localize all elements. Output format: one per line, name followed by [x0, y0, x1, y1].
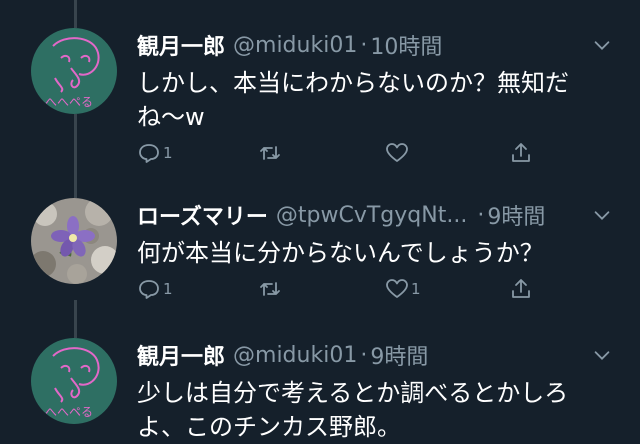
- display-name[interactable]: ローズマリー: [137, 199, 268, 231]
- tweet-text: しかし、本当にわからないのか？無知だね〜w: [137, 69, 569, 131]
- svg-text:へへペる: へへペる: [45, 95, 93, 109]
- tweet-2[interactable]: ローズマリー @tpwCvTgyqNt... · 9時間 何が本当に分からないん…: [0, 198, 640, 300]
- share-icon: [512, 279, 530, 298]
- like-button[interactable]: [385, 140, 411, 166]
- reply-button[interactable]: 1: [137, 276, 173, 302]
- timestamp[interactable]: 10時間: [370, 29, 442, 61]
- reply-count: 1: [163, 144, 173, 162]
- tweet-text: 何が本当に分からないんでしょうか？: [137, 239, 544, 267]
- heart-icon: [386, 279, 408, 298]
- reply-icon: [139, 280, 159, 299]
- share-button[interactable]: [509, 140, 533, 166]
- reply-count: 1: [163, 280, 173, 298]
- thread-line-top: [74, 0, 77, 28]
- share-button[interactable]: [509, 276, 533, 302]
- avatar-face-doodle-icon[interactable]: へへペる: [31, 28, 117, 114]
- separator-dot: ·: [360, 342, 368, 368]
- tweet-text: 少しは自分で考えるとか調べるとかしろよ、このチンカス野郎。: [137, 379, 569, 441]
- reply-button[interactable]: 1: [137, 140, 173, 166]
- reply-icon: [139, 144, 159, 163]
- tweet-3[interactable]: へへペる 観月一郎 @miduki01 · 9時間 少しは自分で考えるとか調べる…: [0, 338, 640, 441]
- like-button[interactable]: 1: [385, 276, 421, 302]
- separator-dot: ·: [360, 32, 368, 58]
- tweet-header: 観月一郎 @miduki01 · 9時間: [137, 338, 428, 372]
- chevron-down-icon[interactable]: [591, 204, 613, 226]
- user-handle[interactable]: @miduki01: [233, 33, 357, 58]
- chevron-down-icon[interactable]: [591, 344, 613, 366]
- display-name[interactable]: 観月一郎: [137, 29, 225, 61]
- display-name[interactable]: 観月一郎: [137, 339, 225, 371]
- heart-icon: [386, 143, 408, 162]
- tweet-actions: 1: [137, 140, 537, 166]
- separator-dot: ·: [477, 202, 485, 228]
- tweet-1[interactable]: へへペる 観月一郎 @miduki01 · 10時間 しかし、本当にわからないの…: [0, 28, 640, 178]
- retweet-button[interactable]: [258, 276, 284, 302]
- tweet-header: 観月一郎 @miduki01 · 10時間: [137, 28, 442, 62]
- avatar-purple-flower-icon[interactable]: [31, 198, 117, 284]
- like-count: 1: [411, 280, 421, 298]
- retweet-icon: [260, 146, 280, 160]
- avatar-face-doodle-icon[interactable]: へへペる: [31, 338, 117, 424]
- thread-line-lower: [74, 300, 77, 338]
- timestamp[interactable]: 9時間: [370, 339, 428, 371]
- timestamp[interactable]: 9時間: [487, 199, 545, 231]
- chevron-down-icon[interactable]: [591, 34, 613, 56]
- user-handle[interactable]: @miduki01: [233, 343, 357, 368]
- user-handle[interactable]: @tpwCvTgyqNt...: [276, 203, 467, 228]
- svg-text:へへペる: へへペる: [45, 405, 93, 419]
- tweet-header: ローズマリー @tpwCvTgyqNt... · 9時間: [137, 198, 545, 232]
- retweet-button[interactable]: [258, 140, 284, 166]
- tweet-actions: 1 1: [137, 276, 537, 302]
- retweet-icon: [260, 282, 280, 296]
- share-icon: [512, 143, 530, 162]
